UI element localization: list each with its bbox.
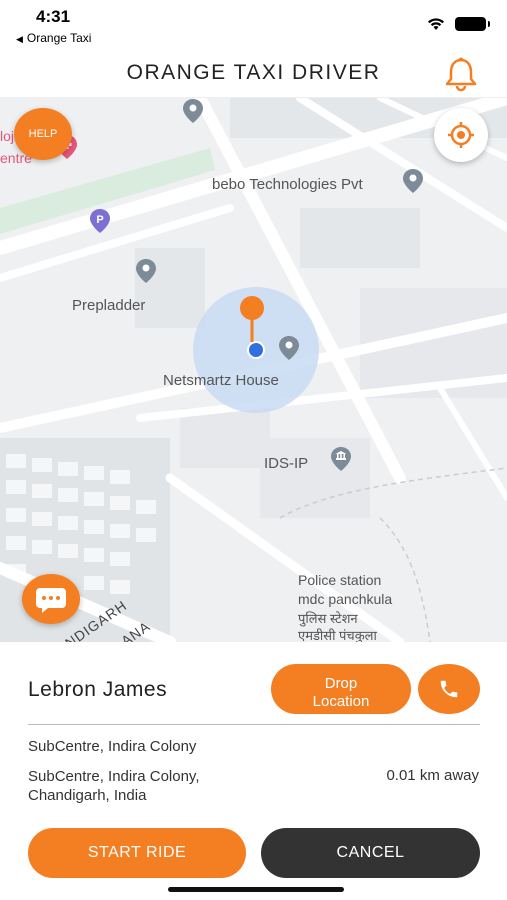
map-pin-icon[interactable] xyxy=(278,335,300,361)
chat-button[interactable] xyxy=(22,574,80,624)
drop-location-label-2: Location xyxy=(312,692,370,710)
back-triangle-icon: ◀ xyxy=(16,34,23,44)
drop-location-button[interactable]: Drop Location xyxy=(271,664,411,714)
map-label-netsmartz: Netsmartz House xyxy=(163,372,279,389)
map-view[interactable]: P lojr entre bebo Technologies Pvt Prepl… xyxy=(0,98,507,642)
parking-pin-icon[interactable]: P xyxy=(89,208,111,234)
map-label-police-3: पुलिस स्टेशन xyxy=(298,611,358,626)
map-label-bebo: bebo Technologies Pvt xyxy=(212,176,363,193)
status-bar: 4:31 ◀ Orange Taxi xyxy=(0,0,507,52)
locate-me-button[interactable] xyxy=(434,108,488,162)
map-label-prepladder: Prepladder xyxy=(72,297,146,314)
ride-details-panel: Lebron James Drop Location SubCentre, In… xyxy=(0,642,507,900)
government-pin-icon[interactable] xyxy=(330,446,352,472)
chat-bubble-icon xyxy=(36,588,66,613)
page-title: ORANGE TAXI DRIVER xyxy=(126,61,381,84)
dropoff-address-line-1: SubCentre, Indira Colony, xyxy=(28,768,200,785)
back-app-label: Orange Taxi xyxy=(26,31,92,45)
home-indicator xyxy=(168,887,344,892)
start-ride-button[interactable]: START RIDE xyxy=(28,828,246,878)
dropoff-address: SubCentre, Indira Colony, Chandigarh, In… xyxy=(28,767,288,805)
target-icon xyxy=(448,122,474,148)
call-button[interactable] xyxy=(418,664,480,714)
pickup-address: SubCentre, Indira Colony xyxy=(28,738,197,755)
wifi-icon xyxy=(428,18,444,30)
battery-icon xyxy=(455,17,490,31)
bell-icon[interactable] xyxy=(444,56,478,92)
rider-name: Lebron James xyxy=(28,678,168,701)
map-pin-icon[interactable] xyxy=(402,168,424,194)
map-label-police-2: mdc panchkula xyxy=(298,591,393,607)
drop-location-label-1: Drop xyxy=(324,674,358,692)
map-label-police-1: Police station xyxy=(298,572,382,588)
map-pin-icon[interactable] xyxy=(135,258,157,284)
map-pin-icon[interactable] xyxy=(182,98,204,124)
divider xyxy=(28,724,480,725)
map-label-ids: IDS-IP xyxy=(264,455,309,472)
distance-away: 0.01 km away xyxy=(386,767,479,784)
cancel-ride-button[interactable]: CANCEL xyxy=(261,828,480,878)
dropoff-address-line-2: Chandigarh, India xyxy=(28,787,147,804)
map-label-police-4: एमडीसी पंचकुला xyxy=(298,628,377,642)
app-header: ORANGE TAXI DRIVER xyxy=(0,52,507,98)
help-button[interactable]: HELP xyxy=(14,108,72,160)
svg-text:P: P xyxy=(96,214,103,226)
back-to-app-link[interactable]: ◀ Orange Taxi xyxy=(16,31,91,45)
phone-icon xyxy=(440,680,458,698)
status-time: 4:31 xyxy=(36,7,71,26)
